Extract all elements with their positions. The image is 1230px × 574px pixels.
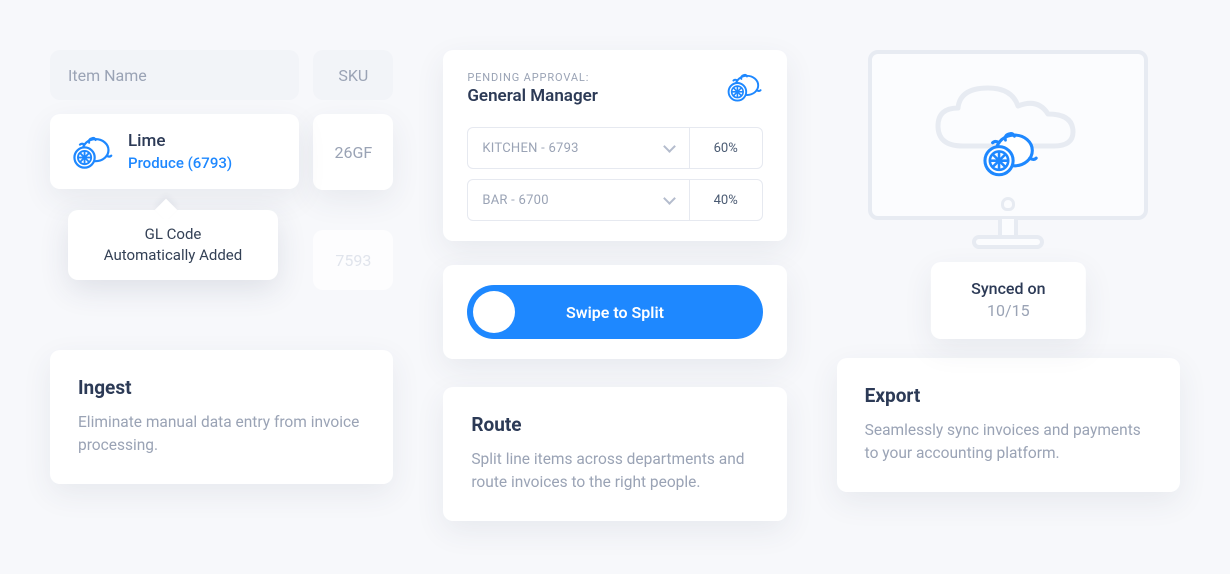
ingest-column: Item Name Lime Produce (6793) SKU 26GF 7… <box>50 50 393 524</box>
lemon-icon <box>68 132 114 172</box>
feature-title: Route <box>471 413 758 436</box>
sync-status-card: Synced on 10/15 <box>931 262 1085 339</box>
sync-date: 10/15 <box>971 300 1045 322</box>
feature-body: Seamlessly sync invoices and payments to… <box>865 419 1152 466</box>
export-column: Synced on 10/15 Export Seamlessly sync i… <box>837 50 1180 524</box>
department-select[interactable]: KITCHEN - 6793 <box>468 128 689 168</box>
chevron-down-icon <box>663 194 675 206</box>
ingest-illustration: Item Name Lime Produce (6793) SKU 26GF 7… <box>50 50 393 290</box>
sku-value: 26GF <box>313 114 393 190</box>
item-glcode: Produce (6793) <box>128 153 232 173</box>
sync-label: Synced on <box>971 278 1045 300</box>
export-feature-card: Export Seamlessly sync invoices and paym… <box>837 358 1180 492</box>
ingest-feature-card: Ingest Eliminate manual data entry from … <box>50 350 393 484</box>
lemon-icon <box>976 126 1040 180</box>
feature-body: Eliminate manual data entry from invoice… <box>78 411 365 458</box>
department-label: KITCHEN - 6793 <box>482 141 578 156</box>
chevron-down-icon <box>663 142 675 154</box>
department-select[interactable]: BAR - 6700 <box>468 180 689 220</box>
monitor-base <box>972 235 1044 249</box>
feature-body: Split line items across departments and … <box>471 448 758 495</box>
sku-ghost: 7593 <box>313 230 393 290</box>
item-name: Lime <box>128 130 232 153</box>
route-eyebrow: PENDING APPROVAL: <box>467 70 598 85</box>
export-illustration: Synced on 10/15 <box>837 50 1180 330</box>
swipe-label: Swipe to Split <box>467 303 762 322</box>
item-name-header: Item Name <box>50 50 299 100</box>
glcode-tooltip-line2: Automatically Added <box>94 245 252 266</box>
split-percentage[interactable]: 60% <box>690 128 762 168</box>
split-percentage[interactable]: 40% <box>690 180 762 220</box>
route-approver: General Manager <box>467 85 598 109</box>
monitor-icon <box>868 50 1148 220</box>
department-label: BAR - 6700 <box>482 193 548 208</box>
swipe-to-split[interactable]: Swipe to Split <box>467 285 762 339</box>
sku-header: SKU <box>313 50 393 100</box>
glcode-tooltip: GL Code Automatically Added <box>68 210 278 280</box>
item-row[interactable]: Lime Produce (6793) <box>50 114 299 189</box>
route-approval-card: PENDING APPROVAL: General Manager KITCHE… <box>443 50 786 241</box>
feature-title: Ingest <box>78 376 365 399</box>
split-row: BAR - 6700 40% <box>467 179 762 221</box>
glcode-tooltip-line1: GL Code <box>94 224 252 245</box>
lemon-icon <box>723 70 763 104</box>
feature-title: Export <box>865 384 1152 407</box>
split-row: KITCHEN - 6793 60% <box>467 127 762 169</box>
swipe-card: Swipe to Split <box>443 265 786 359</box>
route-column: PENDING APPROVAL: General Manager KITCHE… <box>443 50 786 524</box>
route-feature-card: Route Split line items across department… <box>443 387 786 521</box>
camera-icon <box>1001 197 1015 211</box>
